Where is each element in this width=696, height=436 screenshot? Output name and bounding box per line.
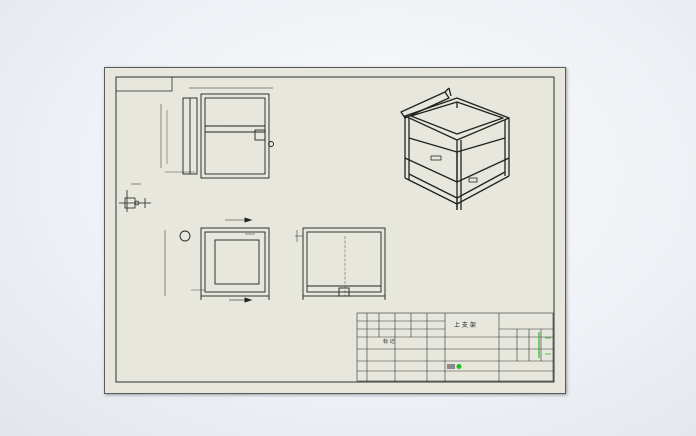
- drawing-viewport[interactable]: 上 支 架 标 记: [0, 0, 696, 436]
- sheet-corner-box: [115, 76, 173, 92]
- front-view[interactable]: [164, 217, 270, 303]
- drawing-sheet[interactable]: 上 支 架 标 记: [104, 67, 566, 394]
- isometric-view[interactable]: [400, 87, 510, 210]
- part-title: 上 支 架: [454, 321, 476, 329]
- top-view[interactable]: [160, 87, 274, 179]
- section-detail[interactable]: [119, 183, 151, 212]
- drawing-canvas: 上 支 架 标 记: [115, 76, 555, 383]
- material-label: 标 记: [383, 338, 395, 345]
- side-view[interactable]: [295, 227, 386, 300]
